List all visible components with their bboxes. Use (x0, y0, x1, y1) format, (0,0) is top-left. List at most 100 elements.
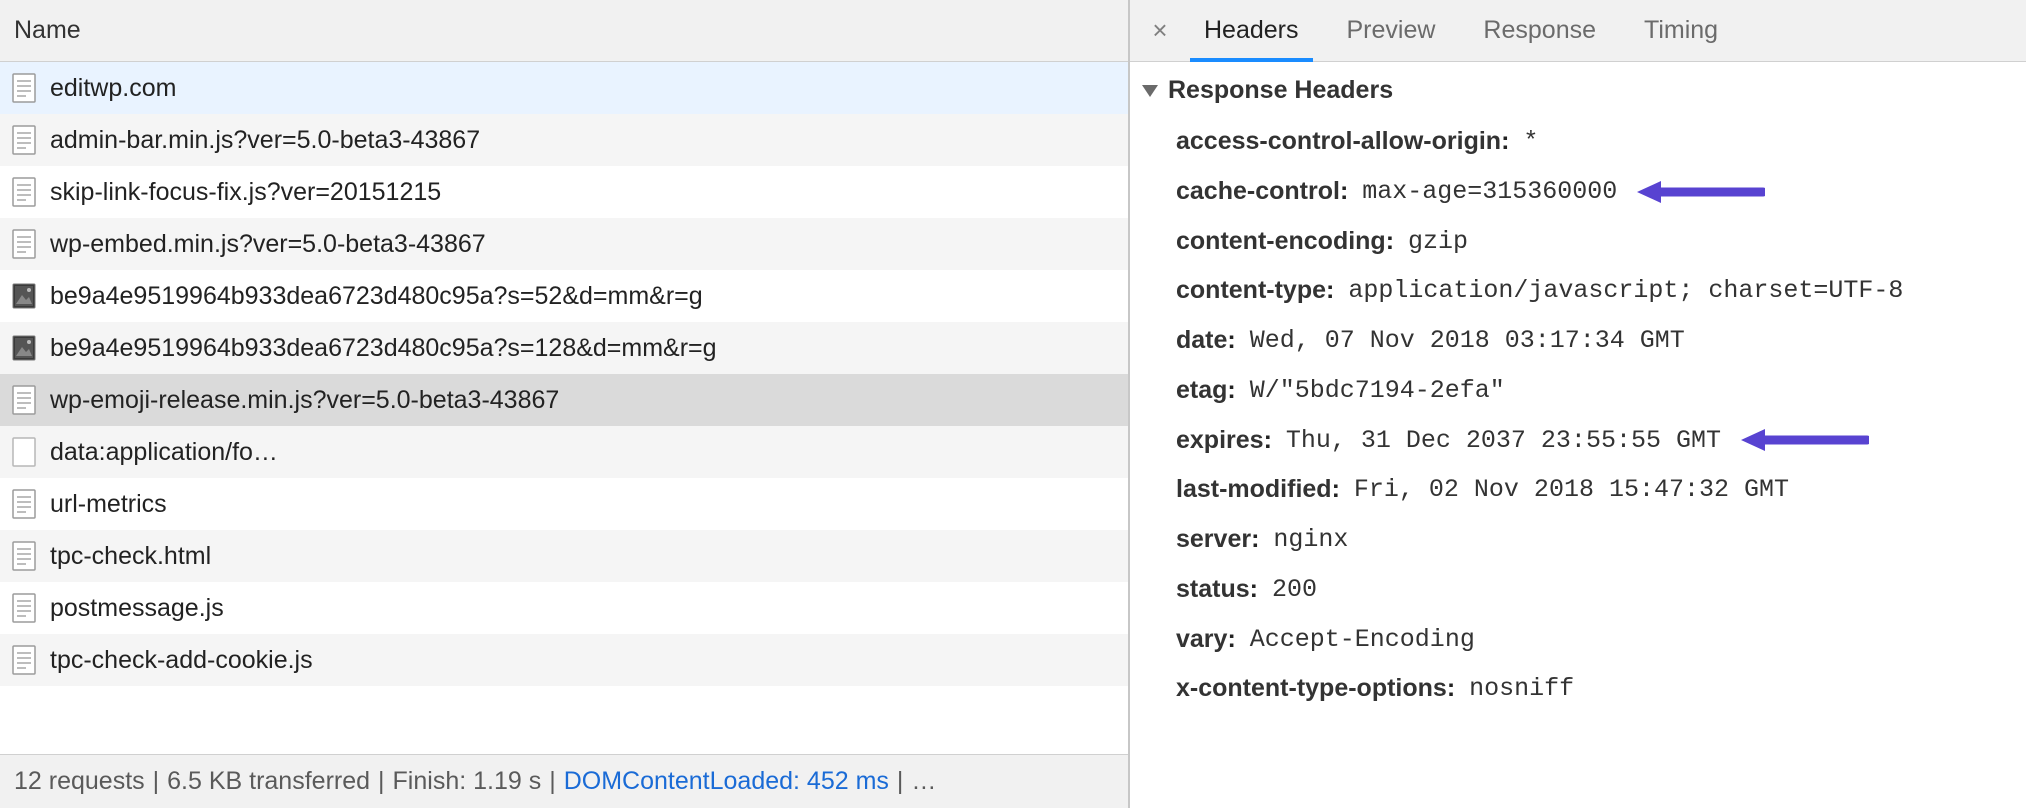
header-value: application/javascript; charset=UTF-8 (1348, 274, 1903, 308)
blank-file-icon (12, 437, 36, 467)
header-key: status (1176, 573, 1250, 607)
header-value: Wed, 07 Nov 2018 03:17:34 GMT (1250, 324, 1685, 358)
table-row[interactable]: wp-emoji-release.min.js?ver=5.0-beta3-43… (0, 374, 1128, 426)
status-sep: | (549, 767, 556, 796)
table-row[interactable]: be9a4e9519964b933dea6723d480c95a?s=128&d… (0, 322, 1128, 374)
status-domcontentloaded: DOMContentLoaded: 452 ms (564, 767, 889, 796)
document-file-icon (12, 489, 36, 519)
response-header-row: expires:Thu, 31 Dec 2037 23:55:55 GMT (1142, 416, 2026, 466)
document-file-icon (12, 73, 36, 103)
header-value: W/"5bdc7194-2efa" (1250, 374, 1505, 408)
response-header-row: content-encoding: gzip (1142, 217, 2026, 267)
table-row[interactable]: tpc-check-add-cookie.js (0, 634, 1128, 686)
header-colon: : (1227, 324, 1235, 358)
header-colon: : (1227, 623, 1235, 657)
response-header-row: date: Wed, 07 Nov 2018 03:17:34 GMT (1142, 316, 2026, 366)
table-row[interactable]: be9a4e9519964b933dea6723d480c95a?s=52&d=… (0, 270, 1128, 322)
header-key: server (1176, 523, 1251, 557)
header-colon: : (1251, 523, 1259, 557)
response-header-row: etag: W/"5bdc7194-2efa" (1142, 366, 2026, 416)
header-value: * (1523, 125, 1538, 159)
status-sep: | (153, 767, 160, 796)
table-row[interactable]: data:application/fo… (0, 426, 1128, 478)
tab-timing[interactable]: Timing (1620, 0, 1742, 61)
header-value: nosniff (1469, 672, 1574, 706)
section-title-label: Response Headers (1168, 76, 1393, 105)
response-header-row: server:nginx (1142, 515, 2026, 565)
tab-response[interactable]: Response (1459, 0, 1620, 61)
status-sep: | (378, 767, 385, 796)
header-colon: : (1386, 225, 1394, 259)
table-row[interactable]: wp-embed.min.js?ver=5.0-beta3-43867 (0, 218, 1128, 270)
response-header-row: x-content-type-options:nosniff (1142, 664, 2026, 714)
table-row[interactable]: admin-bar.min.js?ver=5.0-beta3-43867 (0, 114, 1128, 166)
header-value: Accept-Encoding (1250, 623, 1475, 657)
details-body: Response Headers access-control-allow-or… (1130, 62, 2026, 808)
header-key: content-encoding (1176, 225, 1386, 259)
table-row[interactable]: postmessage.js (0, 582, 1128, 634)
request-name: data:application/fo… (50, 438, 278, 467)
tab-preview[interactable]: Preview (1323, 0, 1460, 61)
request-name: skip-link-focus-fix.js?ver=20151215 (50, 178, 441, 207)
header-key: content-type (1176, 274, 1326, 308)
header-value: Thu, 31 Dec 2037 23:55:55 GMT (1286, 424, 1721, 458)
request-name: url-metrics (50, 490, 167, 519)
table-row[interactable]: tpc-check.html (0, 530, 1128, 582)
annotation-arrow-icon (1635, 178, 1765, 206)
status-requests: 12 requests (14, 767, 145, 796)
response-header-row: cache-control: max-age=315360000 (1142, 167, 2026, 217)
request-name: tpc-check-add-cookie.js (50, 646, 313, 675)
table-row[interactable]: editwp.com (0, 62, 1128, 114)
status-finish: Finish: 1.19 s (393, 767, 542, 796)
request-name: be9a4e9519964b933dea6723d480c95a?s=128&d… (50, 334, 717, 363)
annotation-arrow-icon (1739, 426, 1869, 454)
response-header-row: access-control-allow-origin: * (1142, 117, 2026, 167)
request-name: editwp.com (50, 74, 176, 103)
status-more: … (911, 767, 936, 796)
header-colon: : (1340, 175, 1348, 209)
document-file-icon (12, 177, 36, 207)
details-panel: × HeadersPreviewResponseTiming Response … (1130, 0, 2026, 808)
response-header-row: vary: Accept-Encoding (1142, 615, 2026, 665)
header-key: expires (1176, 424, 1264, 458)
header-value: gzip (1408, 225, 1468, 259)
triangle-down-icon (1142, 85, 1158, 97)
section-response-headers[interactable]: Response Headers (1142, 76, 2026, 105)
header-colon: : (1447, 672, 1455, 706)
request-name: wp-embed.min.js?ver=5.0-beta3-43867 (50, 230, 486, 259)
header-colon: : (1250, 573, 1258, 607)
table-row[interactable]: skip-link-focus-fix.js?ver=20151215 (0, 166, 1128, 218)
image-file-icon (12, 281, 36, 311)
request-name: postmessage.js (50, 594, 224, 623)
document-file-icon (12, 385, 36, 415)
document-file-icon (12, 125, 36, 155)
header-colon: : (1332, 473, 1340, 507)
header-value: 200 (1272, 573, 1317, 607)
status-bar: 12 requests | 6.5 KB transferred | Finis… (0, 754, 1128, 808)
request-name: be9a4e9519964b933dea6723d480c95a?s=52&d=… (50, 282, 703, 311)
header-value: max-age=315360000 (1362, 175, 1617, 209)
close-icon[interactable]: × (1140, 0, 1180, 61)
header-value: Fri, 02 Nov 2018 15:47:32 GMT (1354, 473, 1789, 507)
details-tabs: × HeadersPreviewResponseTiming (1130, 0, 2026, 62)
status-transferred: 6.5 KB transferred (167, 767, 370, 796)
column-header-name[interactable]: Name (0, 0, 1128, 62)
header-key: vary (1176, 623, 1227, 657)
document-file-icon (12, 229, 36, 259)
status-sep: | (897, 767, 904, 796)
document-file-icon (12, 593, 36, 623)
tab-headers[interactable]: Headers (1180, 0, 1323, 61)
header-key: access-control-allow-origin (1176, 125, 1501, 159)
header-key: date (1176, 324, 1227, 358)
request-name: admin-bar.min.js?ver=5.0-beta3-43867 (50, 126, 480, 155)
response-header-row: status:200 (1142, 565, 2026, 615)
document-file-icon (12, 541, 36, 571)
header-colon: : (1501, 125, 1509, 159)
response-header-row: content-type:application/javascript; cha… (1142, 266, 2026, 316)
table-row[interactable]: url-metrics (0, 478, 1128, 530)
header-key: etag (1176, 374, 1227, 408)
header-colon: : (1227, 374, 1235, 408)
request-name: tpc-check.html (50, 542, 211, 571)
header-key: cache-control (1176, 175, 1340, 209)
response-header-row: last-modified:Fri, 02 Nov 2018 15:47:32 … (1142, 465, 2026, 515)
